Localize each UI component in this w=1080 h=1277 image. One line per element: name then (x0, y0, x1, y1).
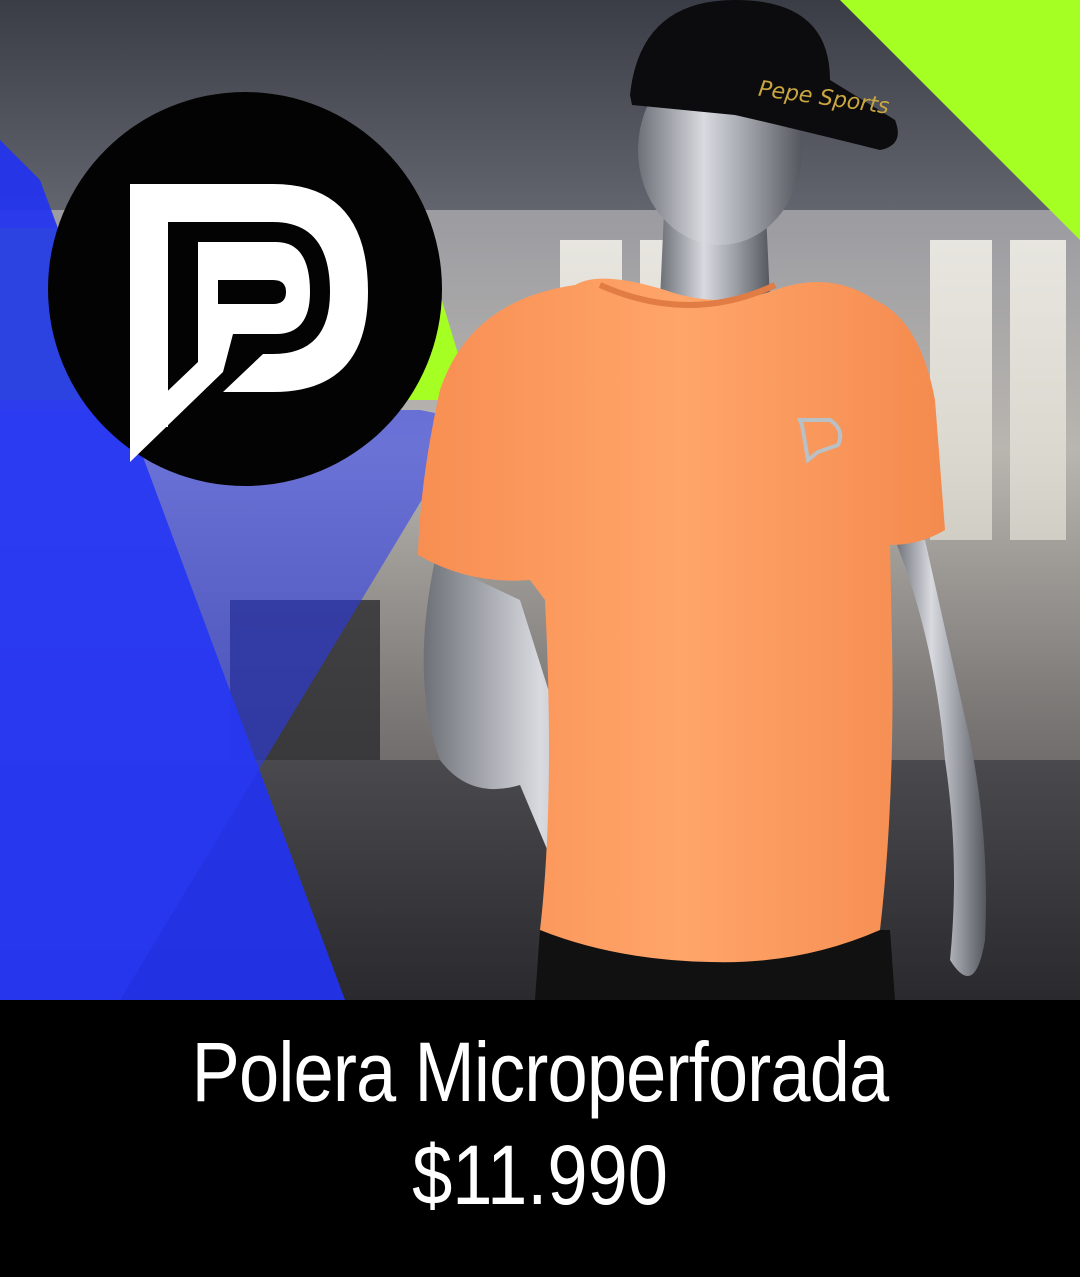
mannequin-right-arm (895, 540, 986, 976)
product-poster: Pepe Sports (0, 0, 1080, 1000)
product-caption: Polera Microperforada $11.990 (0, 1000, 1080, 1277)
pepe-sports-p-logo-icon (130, 184, 368, 462)
brand-logo (48, 92, 442, 486)
product-title: Polera Microperforada (191, 1025, 890, 1119)
product-price: $11.990 (412, 1128, 668, 1222)
